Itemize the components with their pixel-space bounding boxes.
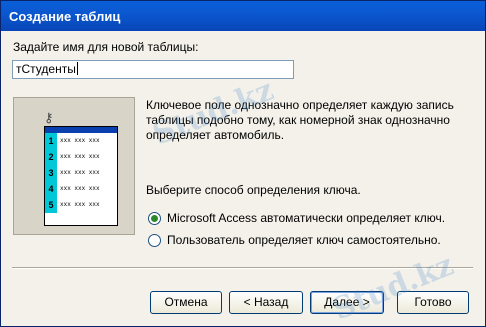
row-cells: ххх ххх ххх xyxy=(60,185,100,192)
choose-key-label: Выберите способ определения ключа. xyxy=(146,183,361,197)
title-bar[interactable]: Создание таблиц xyxy=(1,1,485,31)
radio-auto-key-label: Microsoft Access автоматически определяе… xyxy=(167,211,446,225)
key-icon: ⚷ xyxy=(44,110,54,125)
row-cells: ххх ххх ххх xyxy=(60,169,100,176)
dialog-window: Создание таблиц Задайте имя для новой та… xyxy=(0,0,486,327)
row-cells: ххх ххх ххх xyxy=(60,201,100,208)
radio-button[interactable] xyxy=(148,233,161,247)
row-number: 4 xyxy=(45,181,57,197)
radio-user-key[interactable]: Пользователь определяет ключ самостоятел… xyxy=(148,233,441,247)
row-number: 2 xyxy=(45,149,57,165)
table-name-input[interactable]: тСтуденты xyxy=(12,60,294,79)
row-number: 5 xyxy=(45,197,57,213)
mini-table-row: 2 ххх ххх ххх xyxy=(45,149,117,165)
table-name-value: тСтуденты xyxy=(16,62,76,76)
radio-user-key-label: Пользователь определяет ключ самостоятел… xyxy=(167,233,441,247)
radio-button-selected[interactable] xyxy=(148,211,161,225)
row-number: 3 xyxy=(45,165,57,181)
key-illustration: ⚷ 1 ххх ххх ххх 2 ххх ххх ххх 3 ххх ххх ххх… xyxy=(13,97,135,235)
mini-table-row: 1 ххх ххх ххх xyxy=(45,133,117,149)
divider xyxy=(12,267,473,269)
mini-table-icon: 1 ххх ххх ххх 2 ххх ххх ххх 3 ххх ххх ххх 4… xyxy=(44,126,118,226)
row-cells: ххх ххх ххх xyxy=(60,137,100,144)
text-caret xyxy=(76,62,78,75)
cancel-button[interactable]: Отмена xyxy=(150,291,222,314)
window-title: Создание таблиц xyxy=(9,9,121,24)
radio-auto-key[interactable]: Microsoft Access автоматически определяе… xyxy=(148,211,445,225)
table-name-label: Задайте имя для новой таблицы: xyxy=(13,40,199,54)
back-button[interactable]: < Назад xyxy=(229,291,303,314)
next-button[interactable]: Далее > xyxy=(310,291,384,314)
key-description: Ключевое поле однозначно определяет кажд… xyxy=(146,98,454,142)
mini-table-row: 4 ххх ххх ххх xyxy=(45,181,117,197)
mini-table-row: 3 ххх ххх ххх xyxy=(45,165,117,181)
finish-button[interactable]: Готово xyxy=(397,291,469,314)
row-cells: ххх ххх ххх xyxy=(60,153,100,160)
mini-table-row: 5 ххх ххх ххх xyxy=(45,197,117,213)
row-number: 1 xyxy=(45,133,57,149)
dialog-content: Задайте имя для новой таблицы: тСтуденты… xyxy=(1,31,485,326)
